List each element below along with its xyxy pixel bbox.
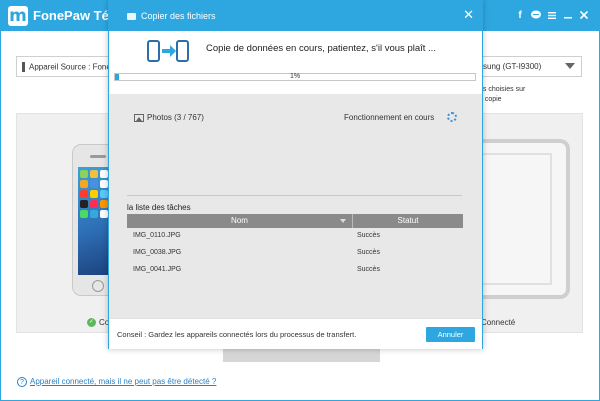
loading-spinner-icon: [447, 112, 457, 122]
table-row: IMG_0110.JPG Succès: [127, 228, 463, 245]
running-status: Fonctionnement en cours: [344, 113, 435, 122]
table-row: IMG_0041.JPG Succès: [127, 262, 463, 279]
source-device-label: Appareil Source : Fone: [29, 62, 111, 72]
folder-icon: [127, 13, 136, 21]
table-header: Nom Statut: [127, 214, 463, 228]
copy-content-area: Photos (3 / 767) Fonctionnement en cours…: [109, 94, 482, 318]
chat-icon[interactable]: [530, 9, 542, 26]
destination-device-label: sung (GT-I9300): [483, 62, 542, 71]
dialog-close-icon[interactable]: ✕: [463, 8, 474, 22]
dialog-title-bar: Copier des fichiers ✕: [109, 1, 482, 31]
minimize-icon[interactable]: [562, 9, 574, 26]
file-status: Succès: [357, 249, 380, 256]
destination-device-select[interactable]: sung (GT-I9300): [479, 56, 582, 77]
transfer-tip: Conseil : Gardez les appareils connectés…: [117, 330, 357, 339]
help-icon: ?: [17, 377, 27, 387]
switch-button[interactable]: [223, 348, 380, 362]
destination-device-panel: [479, 113, 583, 333]
table-row: IMG_0038.JPG Succès: [127, 245, 463, 262]
photos-count: Photos (3 / 767): [147, 113, 204, 122]
copy-status-message: Copie de données en cours, patientez, s'…: [206, 43, 436, 54]
cancel-button[interactable]: Annuler: [426, 327, 475, 342]
file-name: IMG_0041.JPG: [133, 266, 182, 273]
sort-icon: [340, 219, 346, 223]
android-device-image: [480, 139, 570, 299]
file-name: IMG_0110.JPG: [133, 232, 181, 239]
dialog-title-text: Copier des fichiers: [141, 11, 216, 21]
copy-files-dialog: Copier des fichiers ✕ Copie de données e…: [108, 0, 483, 349]
progress-bar: 1%: [114, 73, 476, 81]
chevron-down-icon: [565, 63, 575, 69]
menu-icon[interactable]: [546, 9, 558, 26]
task-list-title: la liste des tâches: [127, 203, 191, 212]
device-icon: [22, 62, 25, 72]
file-name: IMG_0038.JPG: [133, 249, 182, 256]
destination-note: es choisies sur e copie: [479, 86, 526, 103]
divider: [127, 195, 462, 196]
file-status: Succès: [357, 266, 380, 273]
dialog-title: Copier des fichiers: [127, 11, 216, 21]
check-circle-icon: ✓: [87, 318, 96, 328]
facebook-icon[interactable]: f: [514, 9, 526, 23]
progress-percent: 1%: [289, 73, 301, 80]
close-icon[interactable]: [578, 9, 590, 26]
device-not-detected-link[interactable]: ? Appareil connecté, mais il ne peut pas …: [17, 377, 216, 387]
image-icon: [134, 113, 144, 122]
column-status-header[interactable]: Statut: [352, 214, 463, 228]
source-device-panel: [16, 113, 122, 333]
photos-progress-label: Photos (3 / 767): [134, 113, 204, 122]
file-status: Succès: [357, 232, 380, 239]
destination-status: Connecté: [481, 318, 516, 327]
task-table: Nom Statut IMG_0110.JPG Succès IMG_0038.…: [127, 214, 463, 304]
column-name-header[interactable]: Nom: [127, 214, 352, 228]
device-not-detected-text: Appareil connecté, mais il ne peut pas ê…: [30, 377, 217, 386]
phone-transfer-icon: [147, 40, 189, 62]
app-logo: m: [8, 6, 28, 26]
source-device-select[interactable]: Appareil Source : Fone: [16, 56, 116, 77]
dialog-footer: Conseil : Gardez les appareils connectés…: [109, 318, 482, 349]
